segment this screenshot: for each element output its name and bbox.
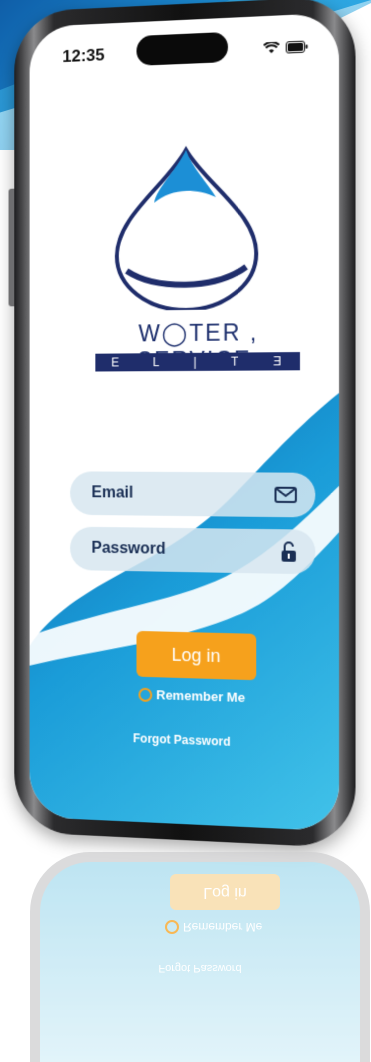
status-bar: 12:35 (62, 34, 308, 69)
side-button (8, 188, 15, 307)
unlock-icon (281, 540, 297, 562)
phone-reflection: Forgot Password Remember Me Log in (30, 852, 370, 1062)
reflection-forgot-label: Forgot Password (158, 962, 242, 974)
envelope-icon (274, 487, 296, 503)
brand-word-water: W◯TER (138, 319, 242, 347)
water-drop-logo (88, 137, 287, 312)
status-icons (263, 40, 308, 54)
remember-me-label: Remember Me (156, 687, 245, 706)
elite-letter: T (231, 354, 241, 369)
phone-frame: 12:35 W◯TER , SERVICE™ (8, 0, 356, 849)
reflection-remember-label: Remember Me (183, 920, 263, 934)
remember-me-radio[interactable] (138, 687, 153, 702)
password-input[interactable] (89, 538, 253, 562)
elite-letter: | (193, 354, 199, 369)
password-field[interactable] (70, 526, 316, 575)
email-input[interactable] (89, 483, 253, 505)
elite-letter: E (111, 355, 121, 370)
reflection-login-button: Log in (170, 874, 280, 910)
status-time: 12:35 (62, 45, 105, 67)
wifi-icon (263, 42, 279, 54)
reflection-remember: Remember Me (165, 920, 262, 934)
reflection-content: Forgot Password Remember Me Log in (40, 862, 360, 1062)
login-button[interactable]: Log in (136, 630, 257, 681)
elite-letter: L (152, 355, 162, 370)
background-wave (29, 348, 339, 832)
phone-screen: 12:35 W◯TER , SERVICE™ (29, 12, 339, 832)
reflection-radio (165, 920, 179, 934)
brand-elite-bar: E L | T Ǝ (95, 352, 300, 372)
battery-icon (286, 40, 308, 53)
elite-letter: Ǝ (273, 354, 284, 369)
email-field[interactable] (70, 471, 316, 518)
